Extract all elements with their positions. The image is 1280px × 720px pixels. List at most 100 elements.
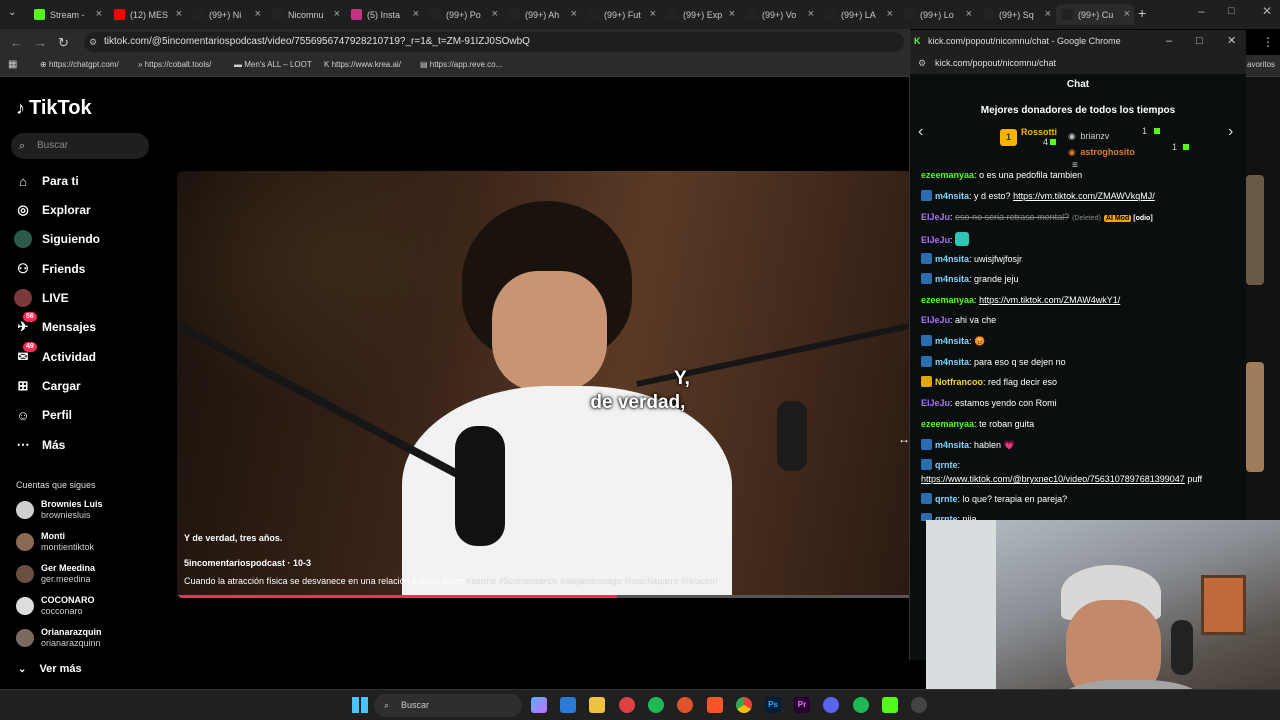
chat-username[interactable]: m4nsita: [935, 191, 969, 201]
bookmark-item[interactable]: ▤ https://app.reve.co...: [420, 60, 502, 69]
browser-tab[interactable]: (99+) Po ×: [424, 4, 502, 25]
close-icon[interactable]: ✕: [1227, 30, 1236, 53]
video-author[interactable]: 5incomentariospodcast · 10-3: [184, 558, 311, 568]
chat-username[interactable]: ElJeJu: [921, 235, 950, 245]
close-tab-icon[interactable]: ×: [808, 8, 814, 20]
thumbnail[interactable]: [1246, 175, 1264, 285]
video-player[interactable]: Y, de verdad, Y de verdad, tres años. 5i…: [177, 171, 910, 598]
browser-tab[interactable]: (99+) Sq ×: [977, 4, 1055, 25]
site-info-icon[interactable]: ⚙: [89, 32, 97, 52]
windows-start-icon[interactable]: [352, 697, 368, 713]
minimize-icon[interactable]: –: [1198, 4, 1205, 18]
app-icon[interactable]: [619, 697, 635, 713]
chevron-right-icon[interactable]: ›: [1228, 123, 1233, 141]
apps-icon[interactable]: ▦: [8, 59, 17, 70]
chat-username[interactable]: qrnte: [935, 460, 958, 470]
nav-item-cargar[interactable]: ⊞ Cargar: [14, 377, 81, 395]
chat-username[interactable]: ElJeJu: [921, 315, 950, 325]
all-bookmarks[interactable]: avoritos: [1247, 60, 1275, 69]
browser-tab[interactable]: (12) MES ×: [108, 4, 186, 25]
followed-account[interactable]: Ger Meedina ger.meedina: [16, 563, 95, 585]
browser-tab[interactable]: (99+) Lo ×: [898, 4, 976, 25]
close-tab-icon[interactable]: ×: [96, 8, 102, 20]
forward-icon[interactable]: →: [34, 35, 47, 50]
bookmark-item[interactable]: » https://cobalt.tools/: [138, 60, 211, 69]
spotify-icon[interactable]: [648, 697, 664, 713]
close-tab-icon[interactable]: ×: [887, 8, 893, 20]
nav-item-para-ti[interactable]: ⌂ Para ti: [14, 172, 79, 190]
more-options-icon[interactable]: ⋮: [1262, 35, 1274, 49]
followed-account[interactable]: Orianarazquin orianarazquinn: [16, 627, 102, 649]
premiere-icon[interactable]: Pr: [794, 697, 810, 713]
chat-username[interactable]: ezeemanyaa: [921, 295, 974, 305]
followed-account[interactable]: COCONARO cocconaro: [16, 595, 95, 617]
url-input[interactable]: ⚙ tiktok.com/@5incomentariospodcast/vide…: [84, 32, 904, 52]
tiktok-logo[interactable]: ♪ TikTok: [16, 97, 92, 120]
chat-username[interactable]: Notfrancoo: [935, 377, 983, 387]
followed-account[interactable]: Brownies Luis browniesluis: [16, 499, 103, 521]
browser-tab[interactable]: (99+) Vo ×: [740, 4, 818, 25]
nav-item-explorar[interactable]: ◎ Explorar: [14, 201, 90, 219]
close-tab-icon[interactable]: ×: [255, 8, 261, 20]
thumbnail[interactable]: [1246, 362, 1264, 472]
spotify-icon[interactable]: [853, 697, 869, 713]
copilot-icon[interactable]: [531, 697, 547, 713]
maximize-icon[interactable]: □: [1228, 5, 1235, 17]
nav-item-más[interactable]: ⋯ Más: [14, 436, 66, 454]
new-tab-button[interactable]: +: [1138, 5, 1146, 21]
close-tab-icon[interactable]: ×: [492, 8, 498, 20]
tab-list-dropdown-icon[interactable]: ⌄: [8, 7, 16, 18]
chat-username[interactable]: m4nsita: [935, 440, 969, 450]
taskbar-search[interactable]: ⌕ Buscar: [374, 694, 522, 717]
chat-username[interactable]: ElJeJu: [921, 398, 950, 408]
browser-tab[interactable]: Nicomnu ×: [266, 4, 344, 25]
reload-icon[interactable]: ↻: [58, 35, 69, 51]
chat-link[interactable]: https://www.tiktok.com/@bryxnec10/video/…: [921, 474, 1185, 484]
close-tab-icon[interactable]: ×: [571, 8, 577, 20]
app-icon[interactable]: [882, 697, 898, 713]
discord-icon[interactable]: [823, 697, 839, 713]
chrome-icon[interactable]: [736, 697, 752, 713]
browser-tab[interactable]: Stream - ×: [28, 4, 106, 25]
chat-username[interactable]: m4nsita: [935, 274, 969, 284]
video-progress-bar[interactable]: [177, 595, 910, 598]
browser-tab[interactable]: (99+) Ah ×: [503, 4, 581, 25]
browser-tab[interactable]: (99+) Exp ×: [661, 4, 739, 25]
see-more-button[interactable]: ⌄ Ver más: [18, 663, 82, 675]
search-input[interactable]: ⌕ Buscar: [11, 133, 149, 159]
chat-username[interactable]: ezeemanyaa: [921, 419, 974, 429]
maximize-icon[interactable]: □: [1196, 30, 1203, 53]
app-icon[interactable]: [911, 697, 927, 713]
nav-item-actividad[interactable]: ✉ 49 Actividad: [14, 342, 96, 366]
minimize-icon[interactable]: –: [1166, 30, 1172, 53]
nav-item-perfil[interactable]: ☺ Perfil: [14, 406, 72, 424]
close-tab-icon[interactable]: ×: [1124, 8, 1130, 20]
chat-username[interactable]: m4nsita: [935, 336, 969, 346]
bookmark-item[interactable]: ⊕ https://chatgpt.com/: [40, 60, 119, 69]
followed-account[interactable]: Monti montientiktok: [16, 531, 94, 553]
mail-icon[interactable]: [560, 697, 576, 713]
chat-username[interactable]: qrnte: [935, 494, 958, 504]
close-window-icon[interactable]: ✕: [1262, 4, 1272, 18]
file-explorer-icon[interactable]: [589, 697, 605, 713]
chat-username[interactable]: ezeemanyaa: [921, 170, 974, 180]
chat-link[interactable]: https://vm.tiktok.com/ZMAWVkqMJ/: [1013, 191, 1155, 201]
chevron-left-icon[interactable]: ‹: [918, 123, 923, 141]
bookmark-item[interactable]: K https://www.krea.ai/: [324, 60, 401, 69]
bookmark-item[interactable]: ▬ Men's ALL – LOOT: [234, 60, 312, 69]
chat-username[interactable]: m4nsita: [935, 254, 969, 264]
app-icon[interactable]: [677, 697, 693, 713]
browser-tab[interactable]: (99+) Fut ×: [582, 4, 660, 25]
nav-item-mensajes[interactable]: ✈ 56 Mensajes: [14, 312, 96, 336]
nav-item-live[interactable]: LIVE: [14, 289, 69, 307]
close-tab-icon[interactable]: ×: [413, 8, 419, 20]
nav-item-siguiendo[interactable]: Siguiendo: [14, 230, 100, 248]
photoshop-icon[interactable]: Ps: [765, 697, 781, 713]
chat-link[interactable]: https://vm.tiktok.com/ZMAW4wkY1/: [979, 295, 1120, 305]
close-tab-icon[interactable]: ×: [1045, 8, 1051, 20]
browser-tab[interactable]: (99+) Ni ×: [187, 4, 265, 25]
chat-url-bar[interactable]: ⚙ kick.com/popout/nicomnu/chat: [910, 53, 1246, 74]
back-icon[interactable]: ←: [10, 35, 23, 50]
browser-tab[interactable]: (99+) Cu ×: [1056, 4, 1134, 25]
close-tab-icon[interactable]: ×: [334, 8, 340, 20]
